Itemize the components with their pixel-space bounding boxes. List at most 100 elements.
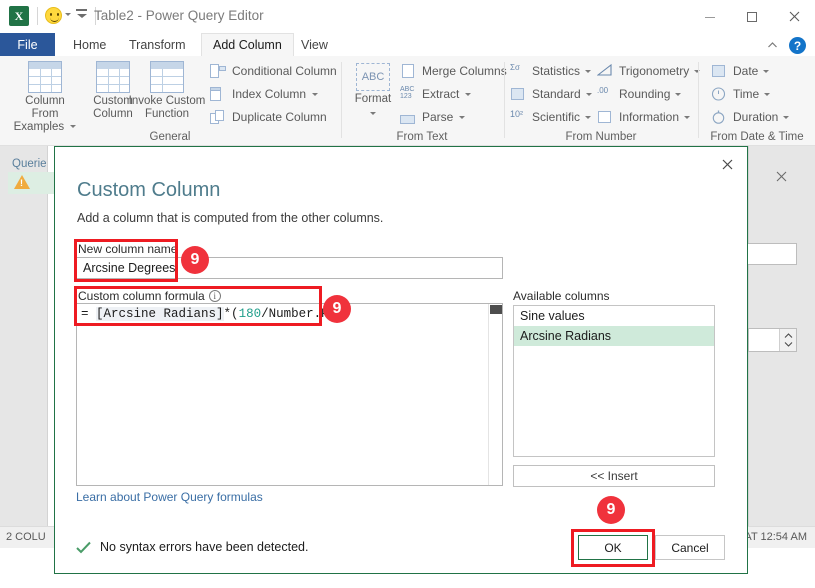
time-button[interactable]: Time [711, 84, 771, 104]
information-icon [597, 109, 614, 125]
available-columns-label: Available columns [513, 289, 610, 303]
duplicate-column-button[interactable]: Duplicate Column [210, 107, 327, 127]
minimize-icon[interactable] [689, 0, 731, 33]
conditional-column-icon [210, 63, 227, 79]
chevron-down-icon[interactable] [684, 115, 691, 119]
scientific-button[interactable]: 10² Scientific [510, 107, 592, 127]
ribbon-group-label-general: General [149, 131, 191, 143]
ribbon-group-from-number: Σσ Statistics Standard 10² Scientific Tr… [505, 56, 701, 146]
custom-column-icon [96, 61, 130, 93]
invoke-custom-function-label-1: Invoke Custom [128, 95, 206, 107]
standard-button[interactable]: Standard [510, 84, 592, 104]
cancel-button[interactable]: Cancel [655, 535, 725, 560]
chevron-down-icon[interactable] [763, 69, 770, 73]
formula-editor[interactable]: = [Arcsine Radians]*(180/Number.PI) [76, 303, 503, 486]
extract-button[interactable]: ABC 123 Extract [400, 84, 472, 104]
date-button[interactable]: Date [711, 61, 770, 81]
close-icon[interactable] [773, 0, 815, 33]
formula-prefix: = [81, 307, 97, 321]
invoke-custom-function-label-2: Function [144, 108, 190, 120]
tab-home[interactable]: Home [62, 33, 117, 57]
scrollbar-thumb[interactable] [490, 305, 502, 314]
format-button[interactable]: ABC Format [347, 61, 399, 119]
time-label: Time [733, 87, 760, 101]
close-pane-icon[interactable] [775, 170, 788, 186]
feedback-smiley-icon[interactable] [45, 7, 62, 24]
chevron-down-icon[interactable] [764, 92, 771, 96]
chevron-down-icon[interactable] [312, 92, 319, 96]
chevron-down-icon[interactable] [675, 92, 682, 96]
window-controls [689, 0, 815, 33]
ribbon: Column From Examples Custom Column Invok… [0, 56, 815, 146]
trigonometry-button[interactable]: Trigonometry [596, 61, 701, 81]
clock-icon [711, 86, 728, 102]
maximize-icon[interactable] [731, 0, 773, 33]
formula-number: 180 [238, 307, 262, 321]
format-icon: ABC [356, 63, 390, 91]
scientific-icon: 10² [510, 109, 524, 119]
list-item[interactable]: Sine values [514, 306, 714, 326]
queries-pane-label: Querie [12, 158, 47, 170]
duration-button[interactable]: Duration [711, 107, 790, 127]
duplicate-column-label: Duplicate Column [232, 110, 327, 124]
ribbon-group-label-from-text: From Text [396, 131, 448, 143]
titlebar-divider-1 [37, 7, 38, 25]
merge-columns-icon [400, 63, 417, 79]
ribbon-group-from-text: ABC Format Merge Columns ABC 123 Extract … [342, 56, 507, 146]
feedback-dropdown-icon[interactable] [65, 13, 71, 16]
parse-label: Parse [422, 110, 454, 124]
help-button[interactable]: ? [789, 37, 806, 54]
chevron-down-icon[interactable] [459, 115, 466, 119]
invoke-custom-function-button[interactable]: Invoke Custom Function [126, 61, 208, 121]
title-bar: X Table2 - Power Query Editor [0, 0, 815, 33]
window-title: Table2 - Power Query Editor [94, 8, 264, 23]
chevron-down-icon[interactable] [370, 112, 376, 115]
merge-columns-button[interactable]: Merge Columns [400, 61, 507, 81]
ok-button[interactable]: OK [578, 535, 648, 560]
chevron-down-icon[interactable] [70, 125, 77, 128]
formula-scrollbar[interactable] [488, 304, 502, 485]
tab-file[interactable]: File [0, 33, 55, 57]
information-button[interactable]: Information [597, 107, 691, 127]
chevron-down-icon[interactable] [585, 69, 592, 73]
column-from-examples-button[interactable]: Column From Examples [12, 61, 78, 134]
ribbon-group-from-date-time: Date Time Duration From Date & Time [699, 56, 815, 146]
chevron-down-icon[interactable] [783, 115, 790, 119]
tab-transform[interactable]: Transform [118, 33, 197, 57]
conditional-column-button[interactable]: Conditional Column [210, 61, 337, 81]
trigonometry-label: Trigonometry [619, 64, 690, 78]
spinner-buttons[interactable] [779, 329, 796, 351]
chevron-down-icon[interactable] [585, 115, 592, 119]
tab-view[interactable]: View [290, 33, 339, 57]
info-icon[interactable]: i [208, 290, 221, 302]
ribbon-group-label-from-date-time: From Date & Time [710, 131, 804, 143]
annotation-badge-1: 9 [181, 246, 209, 274]
ribbon-collapse-icon[interactable] [766, 39, 779, 52]
rounding-button[interactable]: .00 Rounding [597, 84, 682, 104]
invoke-custom-function-icon [150, 61, 184, 93]
statistics-button[interactable]: Σσ Statistics [510, 61, 592, 81]
queries-pane [0, 146, 48, 526]
dialog-close-icon[interactable] [713, 153, 741, 175]
available-columns-list[interactable]: Sine values Arcsine Radians [513, 305, 715, 457]
applied-steps-spinner[interactable] [748, 328, 797, 352]
column-from-examples-label-1: Column From [25, 95, 65, 120]
quick-access-toolbar-overflow-icon[interactable] [76, 9, 89, 18]
chevron-down-icon[interactable] [465, 92, 472, 96]
duration-label: Duration [733, 110, 779, 124]
parse-button[interactable]: Parse [400, 107, 466, 127]
tab-add-column[interactable]: Add Column [201, 33, 294, 57]
new-column-name-input[interactable] [76, 257, 503, 279]
chevron-down-icon[interactable] [585, 92, 592, 96]
annotation-badge-2: 9 [323, 295, 351, 323]
dialog-subtitle: Add a column that is computed from the o… [77, 211, 384, 225]
insert-button[interactable]: << Insert [513, 465, 715, 487]
rounding-icon: .00 [597, 86, 609, 95]
learn-power-query-link[interactable]: Learn about Power Query formulas [76, 490, 263, 504]
ribbon-group-label-from-number: From Number [565, 131, 637, 143]
annotation-badge-3: 9 [597, 496, 625, 524]
formula-text: = [Arcsine Radians]*(180/Number.PI) [81, 307, 344, 321]
list-item[interactable]: Arcsine Radians [514, 326, 714, 346]
index-column-button[interactable]: Index Column [210, 84, 319, 104]
statistics-icon: Σσ [510, 63, 520, 72]
